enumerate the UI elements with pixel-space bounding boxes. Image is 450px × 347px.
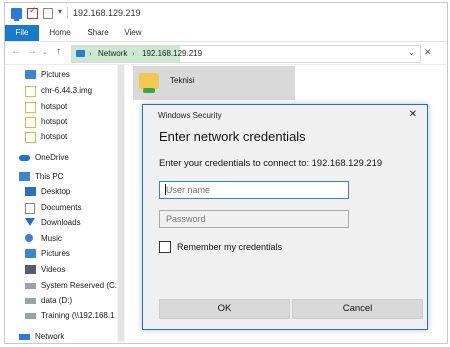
forward-arrow-icon[interactable]: → bbox=[27, 47, 37, 57]
navigation-pane: Pictures chr-6.44.3.img hotspot hotspot … bbox=[5, 65, 125, 343]
new-folder-icon[interactable] bbox=[43, 8, 53, 19]
password-input[interactable] bbox=[159, 210, 349, 228]
music-icon bbox=[25, 234, 33, 242]
nav-item-network[interactable]: Network bbox=[19, 330, 115, 343]
documents-icon bbox=[25, 203, 35, 214]
close-icon[interactable]: ✕ bbox=[424, 48, 432, 57]
tab-share[interactable]: Share bbox=[83, 25, 113, 41]
nav-item-pictures-quick[interactable]: Pictures bbox=[25, 68, 115, 83]
nav-item-label: Music bbox=[41, 234, 62, 243]
nav-item-label: chr-6.44.3.img bbox=[41, 86, 93, 95]
nav-item-label: Pictures bbox=[41, 70, 70, 79]
ok-button[interactable]: OK bbox=[159, 299, 290, 319]
remember-credentials-checkbox[interactable] bbox=[159, 241, 171, 253]
windows-security-dialog: Windows Security ✕ Enter network credent… bbox=[142, 104, 428, 330]
dialog-title: Windows Security bbox=[158, 111, 222, 120]
shared-folder-icon bbox=[143, 88, 155, 93]
nav-item-chr-img[interactable]: chr-6.44.3.img bbox=[25, 84, 115, 99]
nav-item-label: OneDrive bbox=[35, 153, 69, 162]
nav-item-label: This PC bbox=[35, 172, 64, 181]
network-drive-icon bbox=[25, 313, 36, 319]
nav-item-drive-c[interactable]: System Reserved (C:) bbox=[25, 279, 120, 294]
window-title: 192.168.129.219 bbox=[73, 8, 141, 18]
nav-item-label: Training (\\192.168.1 bbox=[41, 311, 115, 320]
nav-scrollbar-thumb[interactable] bbox=[118, 65, 124, 341]
nav-item-training[interactable]: Training (\\192.168.1 bbox=[25, 309, 115, 324]
videos-icon bbox=[25, 265, 36, 274]
computer-icon bbox=[19, 172, 30, 181]
tab-view[interactable]: View bbox=[119, 25, 147, 41]
nav-item-drive-d[interactable]: data (D:) bbox=[25, 294, 115, 309]
ribbon-tabs: File Home Share View bbox=[5, 25, 447, 42]
folder-icon bbox=[25, 102, 36, 113]
dialog-description: Enter your credentials to connect to: 19… bbox=[159, 157, 383, 168]
drive-icon bbox=[25, 298, 36, 304]
tab-home[interactable]: Home bbox=[45, 25, 75, 41]
address-bar[interactable]: › Network › 192.168.129.219 ⌄ bbox=[71, 45, 421, 63]
drive-icon bbox=[25, 283, 36, 289]
remember-credentials-label[interactable]: Remember my credentials bbox=[177, 241, 282, 253]
title-separator bbox=[67, 7, 68, 19]
title-bar: ▾ 192.168.129.219 bbox=[5, 3, 447, 25]
nav-item-label: Desktop bbox=[41, 187, 71, 196]
nav-item-documents[interactable]: Documents bbox=[25, 201, 115, 216]
nav-item-pictures[interactable]: Pictures bbox=[25, 247, 115, 262]
nav-item-hotspot[interactable]: hotspot bbox=[25, 115, 115, 130]
shared-folder-tile[interactable]: Teknisi bbox=[133, 66, 295, 100]
up-arrow-icon[interactable]: ↑ bbox=[56, 47, 61, 57]
downloads-icon bbox=[25, 218, 35, 226]
cancel-button[interactable]: Cancel bbox=[292, 299, 423, 319]
nav-item-label: Network bbox=[35, 332, 65, 341]
pictures-icon bbox=[25, 249, 36, 258]
pictures-icon bbox=[25, 70, 36, 79]
cloud-icon bbox=[19, 155, 30, 161]
desktop-icon bbox=[25, 187, 36, 196]
breadcrumb-separator[interactable]: › bbox=[89, 48, 92, 60]
address-dropdown-chevron-icon[interactable]: ⌄ bbox=[408, 48, 415, 57]
nav-item-label: Pictures bbox=[41, 249, 70, 258]
network-icon bbox=[19, 334, 30, 340]
text-cursor bbox=[165, 184, 166, 195]
folder-icon bbox=[25, 132, 36, 143]
nav-item-videos[interactable]: Videos bbox=[25, 263, 115, 278]
nav-item-label: Downloads bbox=[41, 218, 81, 227]
nav-item-label: hotspot bbox=[41, 132, 68, 141]
customize-toolbar-chevron-icon[interactable]: ▾ bbox=[58, 7, 62, 16]
nav-item-downloads[interactable]: Downloads bbox=[25, 216, 115, 231]
folder-icon bbox=[139, 73, 159, 89]
nav-scrollbar[interactable] bbox=[117, 65, 125, 343]
nav-item-music[interactable]: Music bbox=[25, 232, 115, 247]
computer-icon[interactable] bbox=[11, 8, 22, 21]
nav-item-label: hotspot bbox=[41, 117, 68, 126]
folder-icon bbox=[25, 117, 36, 128]
folder-name: Teknisi bbox=[170, 76, 195, 85]
breadcrumb-network[interactable]: Network bbox=[98, 48, 127, 60]
back-arrow-icon[interactable]: ← bbox=[11, 47, 21, 57]
tab-file[interactable]: File bbox=[5, 25, 39, 41]
nav-item-this-pc[interactable]: This PC bbox=[19, 170, 115, 185]
nav-item-hotspot[interactable]: hotspot bbox=[25, 100, 115, 115]
recent-locations-chevron-icon[interactable]: ⌄ bbox=[42, 48, 48, 58]
nav-item-label: data (D:) bbox=[41, 296, 73, 305]
folder-icon bbox=[25, 86, 36, 97]
network-icon bbox=[76, 50, 85, 57]
nav-item-onedrive[interactable]: OneDrive bbox=[19, 151, 115, 166]
breadcrumb-separator[interactable]: › bbox=[132, 48, 135, 60]
nav-item-label: Videos bbox=[41, 265, 66, 274]
close-icon[interactable]: ✕ bbox=[409, 109, 417, 120]
nav-item-desktop[interactable]: Desktop bbox=[25, 185, 115, 200]
username-input[interactable] bbox=[159, 181, 349, 199]
properties-icon[interactable] bbox=[27, 5, 38, 19]
address-row: ← → ⌄ ↑ › Network › 192.168.129.219 ⌄ ✕ bbox=[5, 42, 447, 65]
nav-item-label: hotspot bbox=[41, 102, 68, 111]
nav-item-hotspot[interactable]: hotspot bbox=[25, 130, 115, 145]
dialog-heading: Enter network credentials bbox=[159, 129, 306, 144]
breadcrumb-host[interactable]: 192.168.129.219 bbox=[142, 48, 202, 60]
nav-item-label: System Reserved (C:) bbox=[41, 281, 120, 290]
nav-item-label: Documents bbox=[41, 203, 82, 212]
